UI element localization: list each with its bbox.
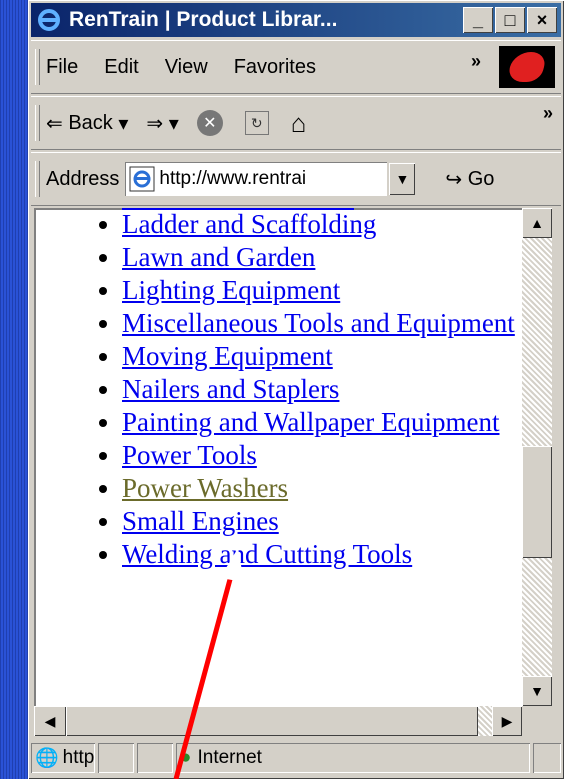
toolbar-overflow-icon[interactable]: » xyxy=(543,103,553,124)
category-link[interactable]: Small Engines xyxy=(122,506,279,536)
page-content: Ladder and ScaffoldingLawn and GardenLig… xyxy=(34,208,552,736)
go-button[interactable]: ↪ Go xyxy=(445,167,494,192)
stop-icon[interactable]: ✕ xyxy=(196,110,223,136)
status-bar: 🌐 http ● Internet xyxy=(31,740,561,776)
category-link[interactable]: Ladder and Scaffolding xyxy=(122,209,376,239)
toolbar-grip[interactable] xyxy=(35,48,40,86)
address-bar: Address http://www.rentrai ▼ ↪ Go xyxy=(31,152,561,206)
menu-favorites[interactable]: Favorites xyxy=(234,56,316,79)
brand-mark-icon xyxy=(505,52,549,82)
close-button[interactable]: × xyxy=(527,7,557,33)
go-label: Go xyxy=(467,167,495,190)
list-item: Ladder and Scaffolding xyxy=(122,208,522,241)
horizontal-scrollbar[interactable]: ◀ ▶ xyxy=(34,706,522,736)
scroll-left-button[interactable]: ◀ xyxy=(34,706,66,736)
maximize-button[interactable]: □ xyxy=(495,7,525,33)
vertical-scroll-thumb[interactable] xyxy=(522,446,552,558)
category-link[interactable]: Miscellaneous Tools and Equipment xyxy=(122,308,515,338)
back-button[interactable]: ⇐ Back ▾ xyxy=(46,111,128,136)
address-value: http://www.rentrai xyxy=(159,168,307,189)
list-item: Power Washers xyxy=(122,472,522,505)
status-url-pane: 🌐 http xyxy=(31,743,95,773)
category-link[interactable]: Power Tools xyxy=(122,440,257,470)
category-link[interactable]: Moving Equipment xyxy=(122,341,333,371)
address-input[interactable]: http://www.rentrai xyxy=(125,162,388,196)
dropdown-arrow-icon[interactable]: ▾ xyxy=(118,111,128,136)
category-list-container: Ladder and ScaffoldingLawn and GardenLig… xyxy=(34,208,522,571)
list-item: Miscellaneous Tools and Equipment xyxy=(122,307,522,340)
menu-view[interactable]: View xyxy=(165,56,208,79)
status-url: http xyxy=(62,747,95,768)
list-item: Lawn and Garden xyxy=(122,241,522,274)
menu-edit[interactable]: Edit xyxy=(104,56,138,79)
standard-toolbar: ⇐ Back ▾ ⇒ ▾ ✕ ↻ ⌂ » xyxy=(31,96,561,150)
address-dropdown-button[interactable]: ▼ xyxy=(389,163,416,195)
refresh-icon[interactable]: ↻ xyxy=(244,111,269,135)
dropdown-arrow-icon[interactable]: ▾ xyxy=(169,111,179,136)
page-icon xyxy=(129,166,155,192)
category-link[interactable]: Power Washers xyxy=(122,473,288,503)
title-bar[interactable]: RenTrain | Product Librar... _ □ × xyxy=(31,3,561,37)
toolbar-grip[interactable] xyxy=(35,104,40,142)
home-icon[interactable]: ⌂ xyxy=(291,108,307,139)
list-item: Painting and Wallpaper Equipment xyxy=(122,406,522,439)
category-list: Ladder and ScaffoldingLawn and GardenLig… xyxy=(34,208,522,571)
minimize-button[interactable]: _ xyxy=(463,7,493,33)
list-item: Nailers and Staplers xyxy=(122,373,522,406)
forward-arrow-icon: ⇒ xyxy=(146,112,164,135)
category-link[interactable]: Lighting Equipment xyxy=(122,275,340,305)
go-arrow-icon: ↪ xyxy=(445,168,463,191)
category-link[interactable]: Welding and Cutting Tools xyxy=(122,539,412,569)
toolbar-grip[interactable] xyxy=(35,160,40,198)
status-pane-empty xyxy=(137,743,173,773)
menu-file[interactable]: File xyxy=(46,56,78,79)
menu-overflow-icon[interactable]: » xyxy=(471,51,481,72)
address-label: Address xyxy=(46,167,120,190)
back-label: Back xyxy=(68,111,113,134)
ie-logo-icon xyxy=(37,8,61,32)
status-pane-empty xyxy=(98,743,134,773)
scroll-down-button[interactable]: ▼ xyxy=(522,676,552,706)
category-link[interactable]: Nailers and Staplers xyxy=(122,374,339,404)
status-zone: Internet xyxy=(197,747,262,768)
horizontal-scroll-thumb[interactable] xyxy=(66,706,478,736)
vertical-scrollbar[interactable]: ▲ ▼ xyxy=(522,208,552,706)
browser-window: RenTrain | Product Librar... _ □ × File … xyxy=(28,0,564,779)
category-link[interactable]: Painting and Wallpaper Equipment xyxy=(122,407,500,437)
list-item: Welding and Cutting Tools xyxy=(122,538,522,571)
back-arrow-icon: ⇐ xyxy=(46,112,63,135)
menu-bar: File Edit View Favorites » xyxy=(31,40,561,94)
list-item: Moving Equipment xyxy=(122,340,522,373)
forward-button[interactable]: ⇒ ▾ xyxy=(146,111,178,136)
internet-globe-icon: ● xyxy=(180,747,192,768)
scroll-up-button[interactable]: ▲ xyxy=(522,208,552,238)
list-item: Small Engines xyxy=(122,505,522,538)
resize-grip-icon[interactable] xyxy=(533,743,561,773)
scrollbar-corner xyxy=(522,706,552,736)
page-status-icon: 🌐 xyxy=(35,748,59,769)
window-title: RenTrain | Product Librar... xyxy=(69,8,338,31)
status-zone-pane: ● Internet xyxy=(176,743,530,773)
list-item: Power Tools xyxy=(122,439,522,472)
category-link[interactable]: Lawn and Garden xyxy=(122,242,315,272)
list-item: Lighting Equipment xyxy=(122,274,522,307)
scroll-right-button[interactable]: ▶ xyxy=(492,706,522,736)
brand-logo xyxy=(499,46,555,88)
